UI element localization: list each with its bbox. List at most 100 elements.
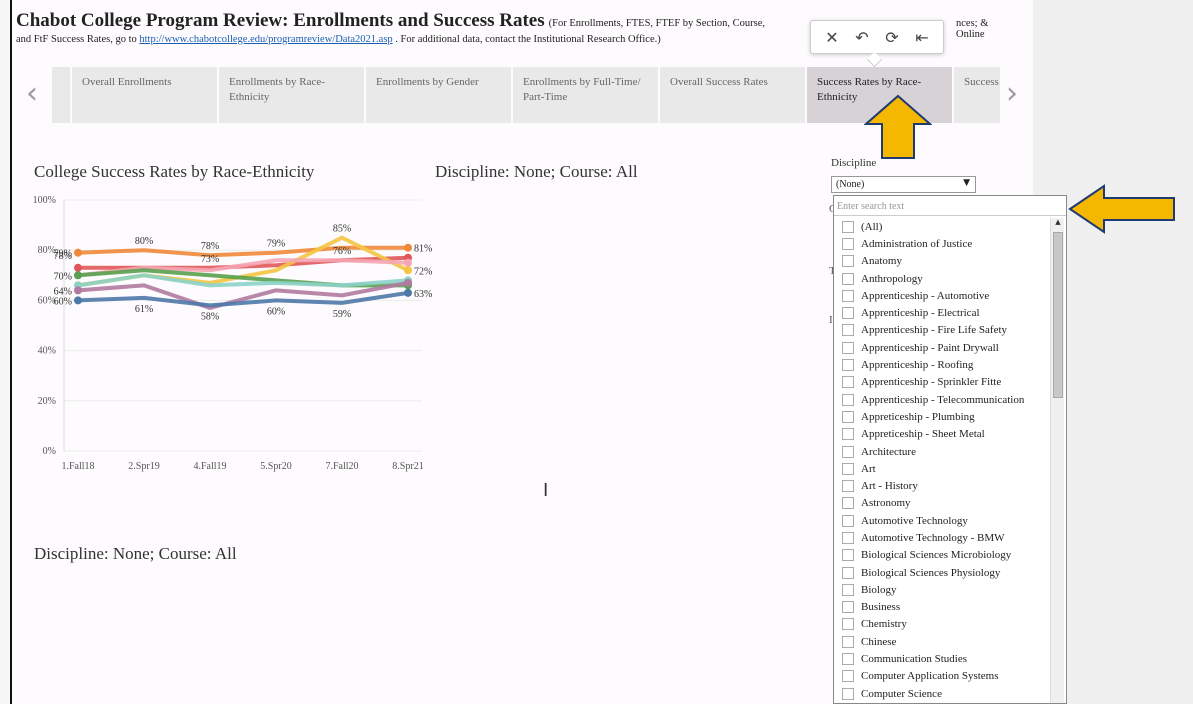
discipline-option[interactable]: Apprenticeship - Electrical	[834, 304, 1050, 321]
discipline-option[interactable]: Art	[834, 460, 1050, 477]
discipline-option[interactable]: Communication Studies	[834, 650, 1050, 667]
checkbox[interactable]	[842, 687, 854, 700]
data-label: 58%	[201, 311, 219, 322]
tab-enrollments-by-full-time-part-time[interactable]: Enrollments by Full-Time/ Part-Time	[513, 67, 658, 123]
tab-overall-enrollments[interactable]: Overall Enrollments	[72, 67, 217, 123]
discipline-option[interactable]: Apprenticeship - Telecommunication	[834, 391, 1050, 408]
series-point	[404, 266, 412, 275]
checkbox[interactable]	[842, 376, 854, 389]
discipline-option-label: Biology	[861, 583, 897, 596]
discipline-option[interactable]: Biological Sciences Physiology	[834, 564, 1050, 581]
checkbox[interactable]	[842, 583, 854, 596]
checkbox[interactable]	[842, 549, 854, 562]
discipline-option[interactable]: Astronomy	[834, 495, 1050, 512]
checkbox[interactable]	[842, 480, 854, 493]
tab-spacer	[52, 67, 70, 123]
exit-icon[interactable]: ⇤	[915, 28, 928, 47]
checkbox[interactable]	[842, 307, 854, 320]
checkbox[interactable]	[842, 514, 854, 527]
checkbox[interactable]	[842, 566, 854, 579]
checkbox[interactable]	[842, 462, 854, 475]
discipline-option[interactable]: Automotive Technology - BMW	[834, 529, 1050, 546]
data-label: 81%	[414, 244, 432, 255]
checkbox[interactable]	[842, 531, 854, 544]
discipline-option[interactable]: Biological Sciences Microbiology	[834, 547, 1050, 564]
checkbox[interactable]	[842, 428, 854, 441]
discipline-option[interactable]: Appreticeship - Sheet Metal	[834, 426, 1050, 443]
discipline-option[interactable]: Computer Science	[834, 685, 1050, 702]
x-tick-label: 7.Fall20	[325, 461, 358, 472]
discipline-option[interactable]: Apprenticeship - Automotive	[834, 287, 1050, 304]
discipline-course-subtitle-bottom: Discipline: None; Course: All	[34, 544, 237, 563]
scrollbar-thumb[interactable]	[1053, 232, 1063, 398]
checkbox[interactable]	[842, 410, 854, 423]
checkbox[interactable]	[842, 670, 854, 683]
tab-overall-success-rates[interactable]: Overall Success Rates	[660, 67, 805, 123]
discipline-option[interactable]: Business	[834, 599, 1050, 616]
text-cursor-icon: I	[543, 480, 549, 501]
discipline-option[interactable]: Apprenticeship - Fire Life Safety	[834, 322, 1050, 339]
checkbox[interactable]	[842, 653, 854, 666]
discipline-option[interactable]: Appreticeship - Plumbing	[834, 408, 1050, 425]
checkbox[interactable]	[842, 341, 854, 354]
discipline-option[interactable]: Chemistry	[834, 616, 1050, 633]
dropdown-scrollbar[interactable]: ▲	[1050, 218, 1065, 703]
discipline-option[interactable]: Architecture	[834, 443, 1050, 460]
discipline-option[interactable]: Administration of Justice	[834, 235, 1050, 252]
series-point	[404, 278, 412, 287]
discipline-option[interactable]: Chinese	[834, 633, 1050, 650]
checkbox[interactable]	[842, 445, 854, 458]
highlight-arrow-up-icon	[864, 94, 932, 159]
tooltip-toolbar: ✕ ↶ ⟳ ⇤	[810, 20, 944, 54]
series-point	[404, 243, 412, 252]
checkbox[interactable]	[842, 255, 854, 268]
scroll-up-arrow-icon[interactable]: ▲	[1051, 218, 1065, 230]
checkbox[interactable]	[842, 272, 854, 285]
data-label: 76%	[333, 246, 351, 257]
checkbox[interactable]	[842, 635, 854, 648]
undo-icon[interactable]: ↶	[855, 28, 868, 47]
discipline-option[interactable]: Apprenticeship - Sprinkler Fitte	[834, 374, 1050, 391]
title-note: (For Enrollments, FTES, FTEF by Section,…	[548, 18, 766, 29]
tab-enrollments-by-race-ethnicity[interactable]: Enrollments by Race-Ethnicity	[219, 67, 364, 123]
discipline-option[interactable]: Computer Application Systems	[834, 668, 1050, 685]
discipline-option-label: Communication Studies	[861, 653, 968, 666]
discipline-option-label: Apprenticeship - Telecommunication	[861, 393, 1025, 406]
tab-success-partial[interactable]: Success	[954, 67, 1000, 123]
checkbox[interactable]	[842, 237, 854, 250]
discipline-option[interactable]: Apprenticeship - Paint Drywall	[834, 339, 1050, 356]
close-icon[interactable]: ✕	[825, 28, 838, 47]
discipline-search-input[interactable]	[834, 198, 1066, 216]
discipline-option-label: Automotive Technology - BMW	[861, 531, 1005, 544]
discipline-select[interactable]: (None) ▼	[831, 176, 976, 193]
discipline-option[interactable]: Apprenticeship - Roofing	[834, 356, 1050, 373]
data-label: 85%	[333, 224, 351, 235]
checkbox[interactable]	[842, 618, 854, 631]
program-review-link[interactable]: http://www.chabotcollege.edu/programrevi…	[139, 34, 392, 45]
discipline-option-label: Apprenticeship - Fire Life Safety	[861, 324, 1008, 337]
checkbox[interactable]	[842, 359, 854, 372]
checkbox[interactable]	[842, 324, 854, 337]
discipline-option[interactable]: Anthropology	[834, 270, 1050, 287]
discipline-option[interactable]: Art - History	[834, 477, 1050, 494]
series-point	[404, 288, 412, 297]
checkbox[interactable]	[842, 220, 854, 233]
tab-next-arrow-icon[interactable]: ›	[1006, 76, 1018, 111]
checkbox[interactable]	[842, 393, 854, 406]
checkbox[interactable]	[842, 601, 854, 614]
discipline-option-label: (All)	[861, 220, 883, 233]
success-rates-line-chart: 0% 20% 40% 60% 80% 100% 1.Fall18 2.Spr19 4.Fall1…	[33, 195, 432, 472]
checkbox[interactable]	[842, 289, 854, 302]
checkbox[interactable]	[842, 497, 854, 510]
discipline-option[interactable]: Biology	[834, 581, 1050, 598]
discipline-option[interactable]: Automotive Technology	[834, 512, 1050, 529]
tab-enrollments-by-gender[interactable]: Enrollments by Gender	[366, 67, 511, 123]
discipline-option[interactable]: (All)	[834, 218, 1050, 235]
data-label: 70%	[54, 271, 72, 282]
x-tick-label: 4.Fall19	[193, 461, 226, 472]
data-label: 63%	[414, 289, 432, 300]
tab-prev-arrow-icon[interactable]: ‹	[26, 76, 38, 111]
refresh-icon[interactable]: ⟳	[885, 28, 898, 47]
y-tick-label: 100%	[33, 195, 56, 206]
discipline-option[interactable]: Anatomy	[834, 253, 1050, 270]
